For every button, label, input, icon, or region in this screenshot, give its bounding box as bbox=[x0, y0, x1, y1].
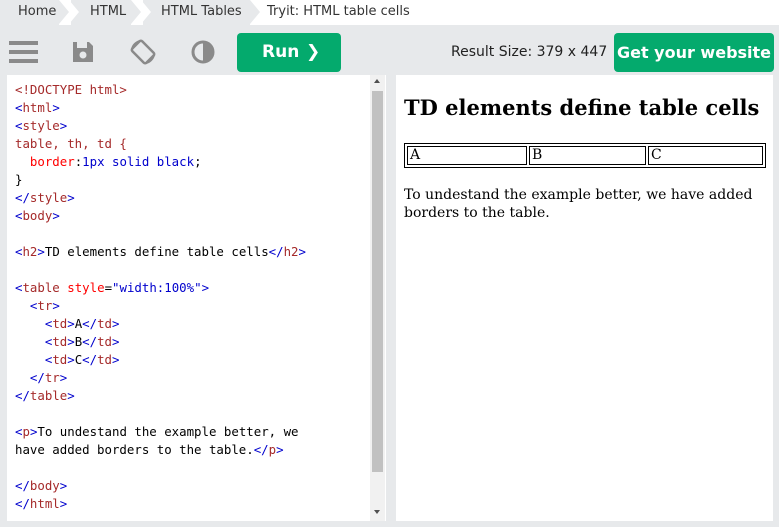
contrast-icon[interactable] bbox=[191, 40, 215, 64]
code-line: <td>C</td> bbox=[44, 352, 120, 367]
breadcrumb-separator bbox=[131, 0, 141, 24]
breadcrumb-separator bbox=[69, 0, 79, 24]
code-line: } bbox=[15, 172, 23, 187]
run-button[interactable]: Run ❯ bbox=[237, 33, 341, 72]
code-line: <style> bbox=[15, 118, 68, 133]
code-line: <h2>TD elements define table cells</h2> bbox=[15, 244, 306, 259]
breadcrumb-html-tables-label: HTML Tables bbox=[161, 4, 242, 19]
breadcrumb-current-label: Tryit: HTML table cells bbox=[267, 4, 410, 19]
table-cell-b: B bbox=[529, 146, 646, 165]
breadcrumb-html[interactable]: HTML bbox=[71, 0, 131, 25]
result-heading: TD elements define table cells bbox=[404, 95, 760, 120]
result-paragraph: To undestand the example better, we have… bbox=[404, 187, 753, 221]
table-cell-a: A bbox=[407, 146, 527, 165]
code-line: </body> bbox=[15, 478, 68, 493]
breadcrumb-home[interactable]: Home bbox=[0, 0, 59, 25]
breadcrumb-html-tables[interactable]: HTML Tables bbox=[143, 0, 250, 25]
code-line: border:1px solid black; bbox=[29, 154, 202, 169]
code-line: </table> bbox=[15, 388, 75, 403]
save-disk-icon[interactable] bbox=[71, 40, 95, 64]
scroll-up-arrow-icon[interactable] bbox=[374, 79, 380, 83]
breadcrumb-home-label: Home bbox=[18, 4, 57, 19]
code-line: </style> bbox=[15, 190, 75, 205]
breadcrumb: Home HTML HTML Tables Tryit: HTML table … bbox=[0, 0, 779, 25]
rotate-orientation-icon[interactable] bbox=[128, 37, 158, 67]
code-editor[interactable]: <!DOCTYPE html> <html> <style> table, th… bbox=[7, 75, 386, 521]
breadcrumb-html-label: HTML bbox=[90, 4, 127, 19]
code-line: <html> bbox=[15, 100, 60, 115]
run-button-label: Run bbox=[262, 42, 300, 62]
code-line: have added borders to the table.</p> bbox=[15, 442, 284, 457]
result-pane: TD elements define table cells A B C To … bbox=[396, 75, 773, 521]
table-cell-c: C bbox=[648, 146, 763, 165]
code-content[interactable]: <!DOCTYPE html> <html> <style> table, th… bbox=[15, 81, 306, 513]
hamburger-menu-icon[interactable] bbox=[9, 39, 38, 65]
code-line: <table style="width:100%"> bbox=[15, 280, 210, 295]
breadcrumb-current: Tryit: HTML table cells bbox=[267, 0, 417, 25]
code-line: </html> bbox=[15, 496, 68, 511]
breadcrumb-separator bbox=[250, 0, 260, 24]
result-size-readout: Result Size: 379 x 447 bbox=[451, 44, 608, 60]
breadcrumb-separator bbox=[59, 0, 69, 24]
chevron-right-icon: ❯ bbox=[306, 42, 321, 62]
get-your-website-button[interactable]: Get your website bbox=[614, 33, 774, 72]
result-table: A B C bbox=[404, 143, 766, 168]
code-line: <td>A</td> bbox=[44, 316, 120, 331]
scroll-down-arrow-icon[interactable] bbox=[374, 510, 380, 514]
code-line: <tr> bbox=[29, 298, 60, 313]
code-line: </tr> bbox=[29, 370, 68, 385]
code-line: <!DOCTYPE html> bbox=[15, 82, 127, 97]
code-line: <body> bbox=[15, 208, 60, 223]
code-line: <td>B</td> bbox=[44, 334, 120, 349]
code-line: <p>To undestand the example better, we bbox=[15, 424, 299, 439]
editor-scrollbar[interactable] bbox=[370, 75, 385, 521]
scrollbar-thumb[interactable] bbox=[372, 91, 383, 472]
breadcrumb-separator bbox=[141, 0, 151, 24]
code-line: table, th, td { bbox=[15, 136, 127, 151]
